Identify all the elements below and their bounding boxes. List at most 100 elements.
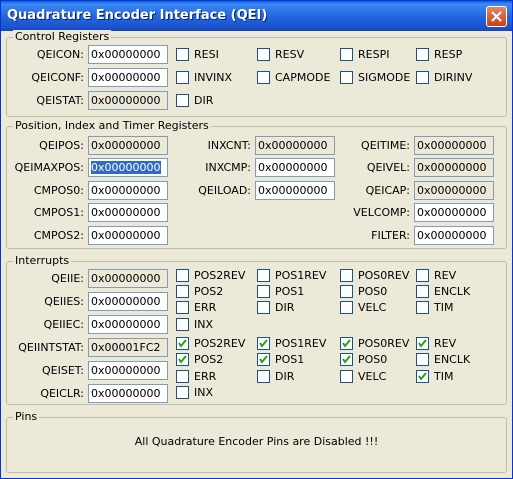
checkbox-unchecked-icon (176, 318, 189, 331)
rev-checkbox-label: REV (434, 269, 457, 282)
invinx-checkbox[interactable]: INVINX (176, 71, 232, 85)
velcomp-label: VELCOMP: (353, 206, 410, 219)
qeiconf-value-field[interactable]: 0x00000000 (88, 68, 168, 87)
pos1rev-checkbox-label: POS1REV (275, 337, 327, 350)
inx-checkbox[interactable]: INX (176, 386, 213, 400)
pos2-checkbox[interactable]: POS2 (176, 285, 223, 299)
checkbox-unchecked-icon (416, 71, 429, 84)
dirinv-checkbox[interactable]: DIRINV (416, 71, 472, 85)
qeiiec-value-field[interactable]: 0x00000000 (88, 315, 168, 334)
err-checkbox[interactable]: ERR (176, 301, 216, 315)
qeivel-value-field: 0x00000000 (414, 158, 494, 177)
qeitime-label: QEITIME: (361, 139, 410, 152)
qeimaxpos-value-field[interactable]: 0x00000000 (88, 158, 168, 177)
checkbox-unchecked-icon (176, 386, 189, 399)
checkbox-checked-icon (176, 337, 189, 350)
checkbox-unchecked-icon (257, 285, 270, 298)
checkbox-unchecked-icon (257, 269, 270, 282)
resi-checkbox-label: RESI (194, 48, 219, 61)
qeiload-label: QEILOAD: (198, 184, 251, 197)
pos2rev-checkbox-label: POS2REV (194, 337, 246, 350)
tim-checkbox[interactable]: TIM (416, 370, 453, 384)
qeimaxpos-label: QEIMAXPOS: (14, 161, 84, 174)
pos0rev-checkbox[interactable]: POS0REV (340, 337, 409, 351)
pos1-checkbox-label: POS1 (275, 353, 305, 366)
rev-checkbox-label: REV (434, 337, 457, 350)
pos1-checkbox[interactable]: POS1 (257, 353, 304, 367)
respi-checkbox[interactable]: RESPI (340, 48, 389, 62)
title-bar[interactable]: Quadrature Encoder Interface (QEI) (1, 1, 512, 31)
checkbox-unchecked-icon (340, 301, 353, 314)
velc-checkbox[interactable]: VELC (340, 301, 386, 315)
pos0-checkbox[interactable]: POS0 (340, 353, 387, 367)
pos0-checkbox[interactable]: POS0 (340, 285, 387, 299)
dir-checkbox-label: DIR (275, 301, 295, 314)
pos2rev-checkbox[interactable]: POS2REV (176, 269, 245, 283)
checkbox-checked-icon (416, 370, 429, 383)
qeiclr-value-field[interactable]: 0x00000000 (88, 384, 168, 403)
qeiie-label: QEIIE: (51, 272, 84, 285)
close-icon (491, 11, 502, 22)
inxcnt-value-field: 0x00000000 (255, 136, 335, 155)
pos1-checkbox[interactable]: POS1 (257, 285, 304, 299)
pos1rev-checkbox-label: POS1REV (275, 269, 327, 282)
velc-checkbox-label: VELC (358, 370, 387, 383)
qeicon-value-field[interactable]: 0x00000000 (88, 45, 168, 64)
dir-checkbox-label: DIR (275, 370, 295, 383)
checkbox-checked-icon (257, 353, 270, 366)
velc-checkbox[interactable]: VELC (340, 370, 386, 384)
rev-checkbox[interactable]: REV (416, 337, 456, 351)
qeiload-value-field[interactable]: 0x00000000 (255, 181, 335, 200)
qeivel-label: QEIVEL: (366, 161, 410, 174)
capmode-checkbox[interactable]: CAPMODE (257, 71, 330, 85)
resv-checkbox-label: RESV (275, 48, 305, 61)
cmpos1-value-field[interactable]: 0x00000000 (88, 203, 168, 222)
pos1-checkbox-label: POS1 (275, 285, 305, 298)
pos1rev-checkbox[interactable]: POS1REV (257, 337, 326, 351)
resp-checkbox[interactable]: RESP (416, 48, 462, 62)
qeiset-value-field[interactable]: 0x00000000 (88, 361, 168, 380)
enclk-checkbox[interactable]: ENCLK (416, 285, 470, 299)
pos1rev-checkbox[interactable]: POS1REV (257, 269, 326, 283)
pos2-checkbox-label: POS2 (194, 353, 224, 366)
enclk-checkbox[interactable]: ENCLK (416, 353, 470, 367)
cmpos0-label: CMPOS0: (33, 184, 84, 197)
inxcnt-label: INXCNT: (207, 139, 251, 152)
filter-value-field[interactable]: 0x00000000 (414, 226, 494, 245)
qeipos-label: QEIPOS: (39, 139, 84, 152)
dir-checkbox[interactable]: DIR (257, 301, 294, 315)
tim-checkbox-label: TIM (434, 301, 454, 314)
inxcmp-value-field[interactable]: 0x00000000 (255, 158, 335, 177)
qeiies-value-field[interactable]: 0x00000000 (88, 292, 168, 311)
window-title: Quadrature Encoder Interface (QEI) (7, 8, 268, 23)
pos2rev-checkbox[interactable]: POS2REV (176, 337, 245, 351)
resv-checkbox[interactable]: RESV (257, 48, 304, 62)
pos0rev-checkbox-label: POS0REV (358, 337, 410, 350)
qeitime-value-field: 0x00000000 (414, 136, 494, 155)
dir-checkbox[interactable]: DIR (257, 370, 294, 384)
velc-checkbox-label: VELC (358, 301, 387, 314)
resp-checkbox-label: RESP (434, 48, 463, 61)
cmpos2-value-field[interactable]: 0x00000000 (88, 226, 168, 245)
sigmode-checkbox[interactable]: SIGMODE (340, 71, 410, 85)
checkbox-unchecked-icon (257, 71, 270, 84)
cmpos0-value-field[interactable]: 0x00000000 (88, 181, 168, 200)
resi-checkbox[interactable]: RESI (176, 48, 219, 62)
err-checkbox[interactable]: ERR (176, 370, 216, 384)
qeiset-label: QEISET: (41, 364, 84, 377)
cmpos1-label: CMPOS1: (33, 206, 84, 219)
position-registers-title: Position, Index and Timer Registers (13, 119, 211, 132)
inx-checkbox[interactable]: INX (176, 318, 213, 332)
tim-checkbox[interactable]: TIM (416, 301, 453, 315)
inxcmp-label: INXCMP: (205, 161, 251, 174)
checkbox-unchecked-icon (340, 71, 353, 84)
rev-checkbox[interactable]: REV (416, 269, 456, 283)
pos0rev-checkbox[interactable]: POS0REV (340, 269, 409, 283)
pos2-checkbox[interactable]: POS2 (176, 353, 223, 367)
checkbox-checked-icon (340, 337, 353, 350)
dir-checkbox-label: DIR (194, 94, 214, 107)
close-button[interactable] (486, 6, 507, 27)
checkbox-unchecked-icon (340, 269, 353, 282)
velcomp-value-field[interactable]: 0x00000000 (414, 203, 494, 222)
dir-checkbox[interactable]: DIR (176, 94, 213, 108)
